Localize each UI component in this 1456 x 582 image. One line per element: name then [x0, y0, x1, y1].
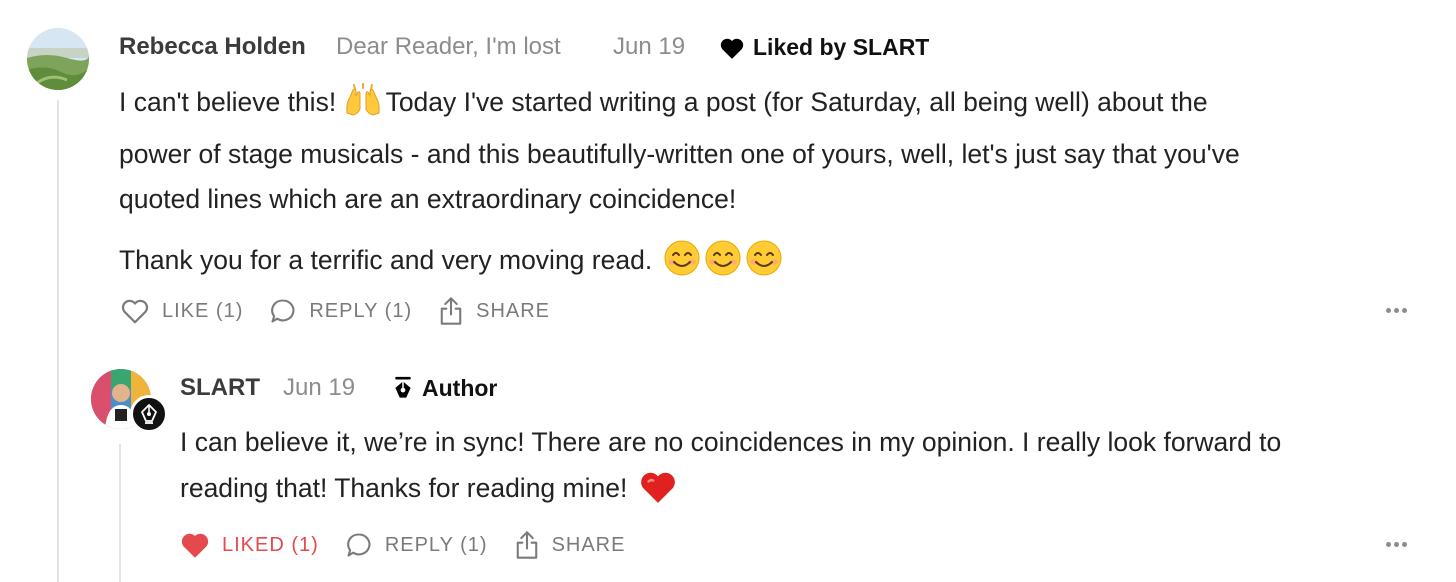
thread-line: [57, 100, 59, 582]
author-badge-label: Author: [422, 375, 498, 401]
more-options-button[interactable]: [1386, 308, 1407, 313]
share-icon: [440, 297, 462, 325]
reply-actions: LIKED (1) REPLY (1) SHARE: [180, 530, 651, 560]
more-options-button[interactable]: [1386, 542, 1407, 547]
more-dots-icon: [1386, 542, 1391, 547]
heart-outline-icon: [121, 299, 149, 324]
like-button[interactable]: LIKE (1): [120, 297, 243, 325]
red-heart-emoji: [639, 469, 677, 520]
comment-text-line: Today I've started writing a post (for S…: [385, 87, 1208, 117]
liked-label: LIKED (1): [222, 533, 319, 556]
heart-icon: [720, 38, 744, 59]
pen-nib-icon: [141, 404, 157, 424]
heart-filled-icon: [181, 533, 209, 558]
comment-bubble-icon: [346, 533, 371, 557]
reply-button[interactable]: REPLY (1): [269, 297, 412, 325]
reply-text-line: reading that! Thanks for reading mine!: [180, 472, 628, 503]
raising-hands-emoji: [344, 82, 382, 132]
author-badge: Author: [392, 375, 497, 402]
comment-actions: LIKE (1) REPLY (1) SHARE: [120, 296, 576, 326]
share-icon: [516, 531, 537, 559]
reply-label: REPLY (1): [384, 533, 488, 556]
comment-text-line: Thank you for a terrific and very moving…: [119, 244, 653, 275]
liked-by-text: Liked by SLART: [753, 34, 930, 60]
reply-button[interactable]: REPLY (1): [345, 531, 488, 559]
pen-nib-icon: [395, 376, 411, 398]
reply-label: REPLY (1): [309, 299, 413, 322]
reply-body: I can believe it, we’re in sync! There a…: [180, 420, 1420, 519]
comment-text-line: quoted lines which are an extraordinary …: [119, 184, 737, 214]
reply-thread-line: [119, 444, 121, 582]
share-label: SHARE: [476, 299, 551, 322]
reply-text-line: I can believe it, we’re in sync! There a…: [180, 427, 1282, 457]
comment-text-line: power of stage musicals - and this beaut…: [119, 138, 1240, 169]
avatar[interactable]: [27, 28, 89, 90]
more-dots-icon: [1386, 308, 1391, 313]
liked-by-badge: Liked by SLART: [719, 34, 929, 61]
comment-date[interactable]: Jun 19: [613, 33, 685, 61]
author-pen-badge: [130, 395, 168, 433]
smile-emoji: [664, 239, 784, 292]
share-button[interactable]: SHARE: [438, 296, 550, 326]
reply-author[interactable]: SLART: [180, 374, 260, 402]
liked-button[interactable]: LIKED (1): [180, 531, 319, 559]
comment-bubble-icon: [271, 299, 295, 323]
comment-text-line: I can't believe this!: [119, 87, 337, 117]
like-label: LIKE (1): [162, 299, 244, 322]
share-button[interactable]: SHARE: [514, 530, 626, 560]
reply-date[interactable]: Jun 19: [283, 374, 355, 402]
publication-name[interactable]: Dear Reader, I'm lost: [336, 33, 561, 61]
comment-body: I can't believe this! Today I've started…: [119, 80, 1409, 291]
share-label: SHARE: [551, 533, 626, 556]
comment-author[interactable]: Rebecca Holden: [119, 33, 306, 61]
